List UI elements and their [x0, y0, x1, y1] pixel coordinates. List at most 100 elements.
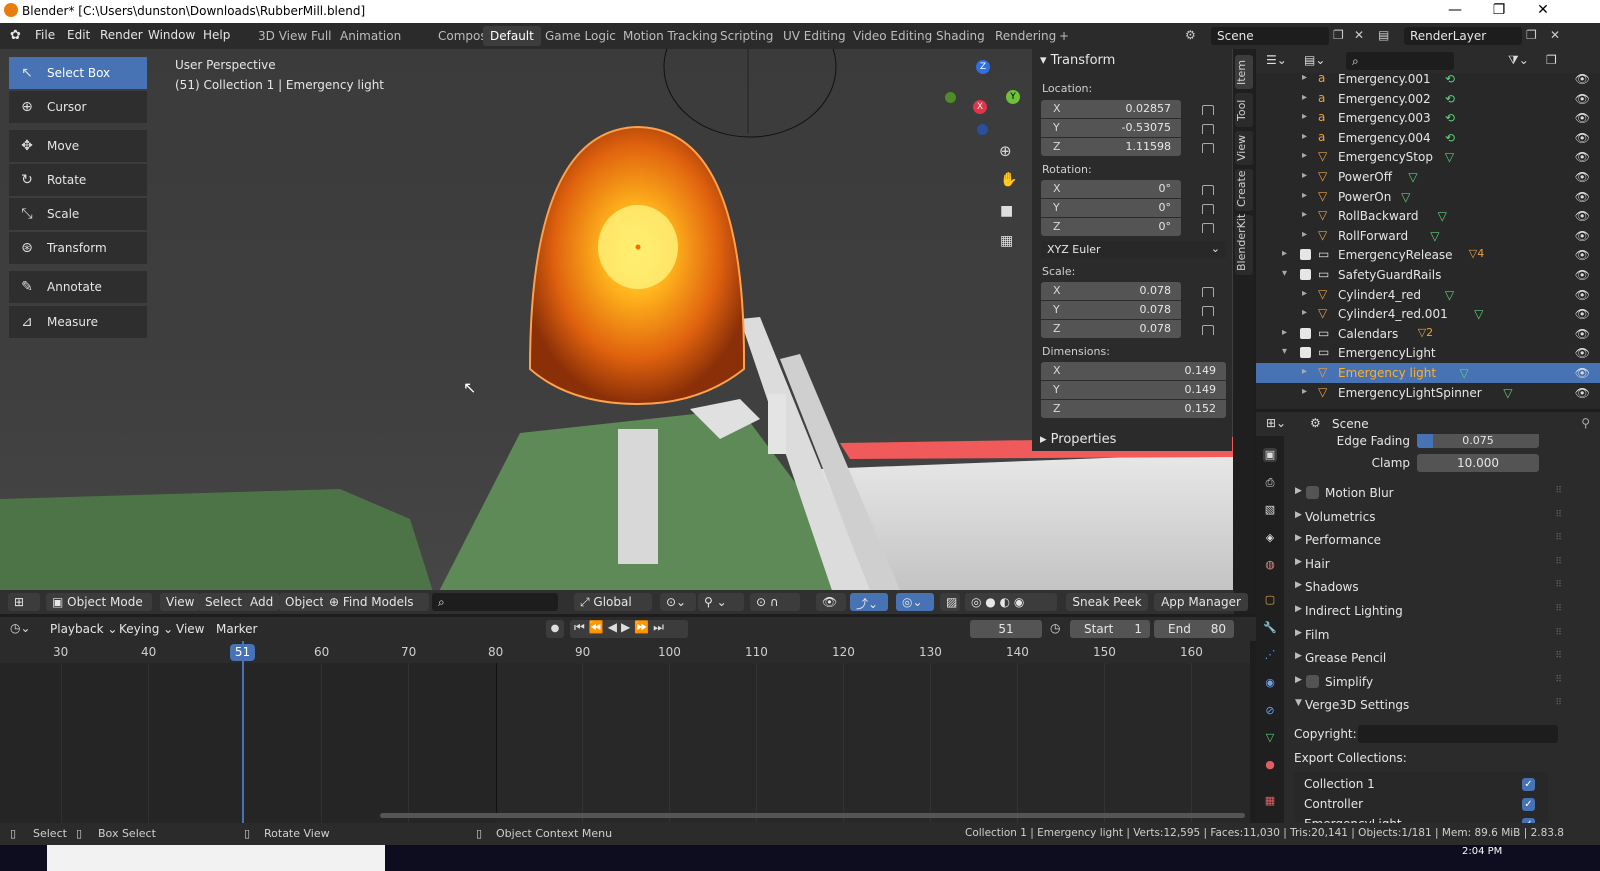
expand-icon[interactable]: ▸: [1302, 131, 1307, 142]
visibility-icon[interactable]: 👁: [816, 593, 846, 611]
view-menu[interactable]: View: [160, 593, 201, 611]
eye-icon[interactable]: 👁: [1575, 346, 1590, 360]
proportional-edit-icon[interactable]: ⊙ ∩: [750, 593, 800, 611]
scene-icon[interactable]: ⚙: [1185, 28, 1196, 42]
playback-controls[interactable]: ⏮⏪◀▶⏩⏭: [570, 620, 688, 638]
world-tab-icon[interactable]: ◍: [1263, 558, 1277, 572]
panel-grease-pencil[interactable]: ▶ Grease Pencil ⠿: [1290, 648, 1562, 670]
menu-file[interactable]: File: [35, 28, 55, 42]
texture-tab-icon[interactable]: ▦: [1263, 794, 1277, 808]
tool-cursor[interactable]: ⊕ Cursor: [9, 91, 147, 123]
snap-icon[interactable]: ⚲ ⌄: [698, 593, 744, 611]
lock-icon[interactable]: [1202, 105, 1214, 115]
dimensions-x-field[interactable]: X 0.149: [1041, 362, 1226, 380]
export-collection-item[interactable]: EmergencyLight✓: [1294, 815, 1548, 823]
search-input[interactable]: ⌕: [432, 593, 558, 611]
scene-selector[interactable]: Scene: [1211, 27, 1329, 45]
panel-simplify[interactable]: ▶ Simplify ⠿: [1290, 672, 1562, 694]
eye-icon[interactable]: 👁: [1575, 229, 1590, 243]
tab-shading[interactable]: Shading: [929, 26, 992, 46]
mesh-data-icon[interactable]: ▽: [1445, 150, 1454, 164]
maximize-button[interactable]: ❐: [1484, 2, 1514, 20]
tool-transform[interactable]: ⊛ Transform: [9, 232, 147, 264]
drag-handle-icon[interactable]: ⠿: [1555, 604, 1562, 614]
outliner-row[interactable]: ▾ ▭ SafetyGuardRails 👁: [1256, 265, 1600, 285]
scale-y-field[interactable]: Y 0.078: [1041, 301, 1181, 319]
eye-icon[interactable]: 👁: [1575, 288, 1590, 302]
shading-modes-icon[interactable]: ◎ ● ◐ ◉: [965, 593, 1057, 611]
expand-icon[interactable]: ▸: [1302, 386, 1307, 397]
close-button[interactable]: ✕: [1528, 2, 1558, 20]
tab-default[interactable]: Default: [483, 26, 541, 46]
location-z-field[interactable]: Z 1.11598: [1041, 138, 1181, 156]
expand-icon[interactable]: ▸: [1282, 248, 1287, 259]
tab-video-editing[interactable]: Video Editing: [846, 26, 939, 46]
expand-icon[interactable]: ▸: [1302, 111, 1307, 122]
navigation-gizmo[interactable]: Z Y X: [940, 57, 1020, 137]
export-collection-item[interactable]: Collection 1 ✓: [1294, 775, 1548, 795]
timeline-scrollbar[interactable]: [380, 813, 1245, 818]
tab-create[interactable]: Create: [1235, 169, 1253, 211]
current-frame-field[interactable]: 51: [970, 620, 1042, 638]
expand-icon[interactable]: ▸: [1302, 190, 1307, 201]
export-collection-checkbox[interactable]: ✓: [1522, 798, 1535, 811]
outliner-row[interactable]: ▸ a Emergency.001 ⟲ 👁: [1256, 69, 1600, 89]
copyright-input[interactable]: [1358, 725, 1558, 743]
taskbar-search-box[interactable]: [47, 845, 385, 871]
panel-checkbox[interactable]: [1306, 486, 1319, 499]
mesh-data-icon[interactable]: ▽: [1474, 307, 1483, 321]
drag-handle-icon[interactable]: ⠿: [1555, 533, 1562, 543]
mesh-data-icon[interactable]: ▽: [1460, 366, 1469, 380]
children-count-badge[interactable]: ▽4: [1469, 248, 1484, 260]
render-layer-icon[interactable]: ▤: [1378, 28, 1389, 42]
drag-handle-icon[interactable]: ⠿: [1555, 628, 1562, 638]
gizmo-neg-z[interactable]: [977, 124, 988, 135]
constraints-tab-icon[interactable]: ⊘: [1263, 704, 1277, 718]
tool-move[interactable]: ✥ Move: [9, 130, 147, 162]
outliner-row[interactable]: ▸ ▽ PowerOff ▽ 👁: [1256, 167, 1600, 187]
properties-editor-icon[interactable]: ⊞⌄: [1266, 416, 1286, 430]
modifier-tab-icon[interactable]: 🔧: [1263, 621, 1277, 635]
pan-hand-icon[interactable]: ✋: [1000, 172, 1017, 188]
tab-tool[interactable]: Tool: [1235, 93, 1253, 127]
eye-icon[interactable]: 👁: [1575, 92, 1590, 106]
mesh-data-icon[interactable]: ▽: [1503, 386, 1512, 400]
eye-icon[interactable]: 👁: [1575, 209, 1590, 223]
expand-icon[interactable]: ▸: [1302, 366, 1307, 377]
exclude-checkbox[interactable]: [1300, 347, 1311, 359]
outliner-search-input[interactable]: ⌕: [1346, 52, 1454, 70]
mesh-data-icon[interactable]: ▽: [1408, 170, 1417, 184]
pivot-icon[interactable]: ⊙⌄: [660, 593, 696, 611]
tool-scale[interactable]: ⤡ Scale: [9, 198, 147, 230]
display-mode-icon[interactable]: ▤⌄: [1304, 53, 1325, 67]
menu-render[interactable]: Render: [100, 28, 143, 42]
particles-tab-icon[interactable]: ⋰: [1263, 648, 1277, 662]
tab-3d-view-full[interactable]: 3D View Full: [251, 26, 339, 46]
drag-handle-icon[interactable]: ⠿: [1555, 580, 1562, 590]
rotation-y-field[interactable]: Y 0°: [1041, 199, 1181, 217]
orientation-selector[interactable]: ⤢ Global: [574, 593, 652, 611]
children-count-badge[interactable]: ▽2: [1418, 326, 1433, 339]
rotation-x-field[interactable]: X 0°: [1041, 180, 1181, 198]
tab-uv-editing[interactable]: UV Editing: [776, 26, 853, 46]
zoom-icon[interactable]: ⊕: [999, 142, 1012, 160]
outliner-row[interactable]: ▸ ▽ Cylinder4_red.001 ▽ 👁: [1256, 304, 1600, 324]
exclude-checkbox[interactable]: [1300, 249, 1311, 261]
curve-data-icon[interactable]: ⟲: [1445, 92, 1455, 106]
expand-icon[interactable]: ▸: [1302, 72, 1307, 83]
delete-scene-icon[interactable]: ✕: [1354, 28, 1364, 42]
pin-icon[interactable]: ⚲: [1581, 416, 1590, 430]
outliner-row[interactable]: ▸ ▭ EmergencyRelease ▽4 👁: [1256, 245, 1600, 265]
expand-icon[interactable]: ▸: [1302, 307, 1307, 318]
drag-handle-icon[interactable]: ⠿: [1555, 651, 1562, 661]
new-scene-icon[interactable]: ❐: [1333, 28, 1344, 42]
tool-measure[interactable]: ⊿ Measure: [9, 306, 147, 338]
curve-data-icon[interactable]: ⟲: [1445, 111, 1455, 125]
dimensions-y-field[interactable]: Y 0.149: [1041, 381, 1226, 399]
material-tab-icon[interactable]: ●: [1263, 758, 1277, 772]
lock-icon[interactable]: [1202, 204, 1214, 214]
eye-icon[interactable]: 👁: [1575, 327, 1590, 341]
eye-icon[interactable]: 👁: [1575, 72, 1590, 86]
lock-icon[interactable]: [1202, 185, 1214, 195]
lock-icon[interactable]: [1202, 124, 1214, 134]
